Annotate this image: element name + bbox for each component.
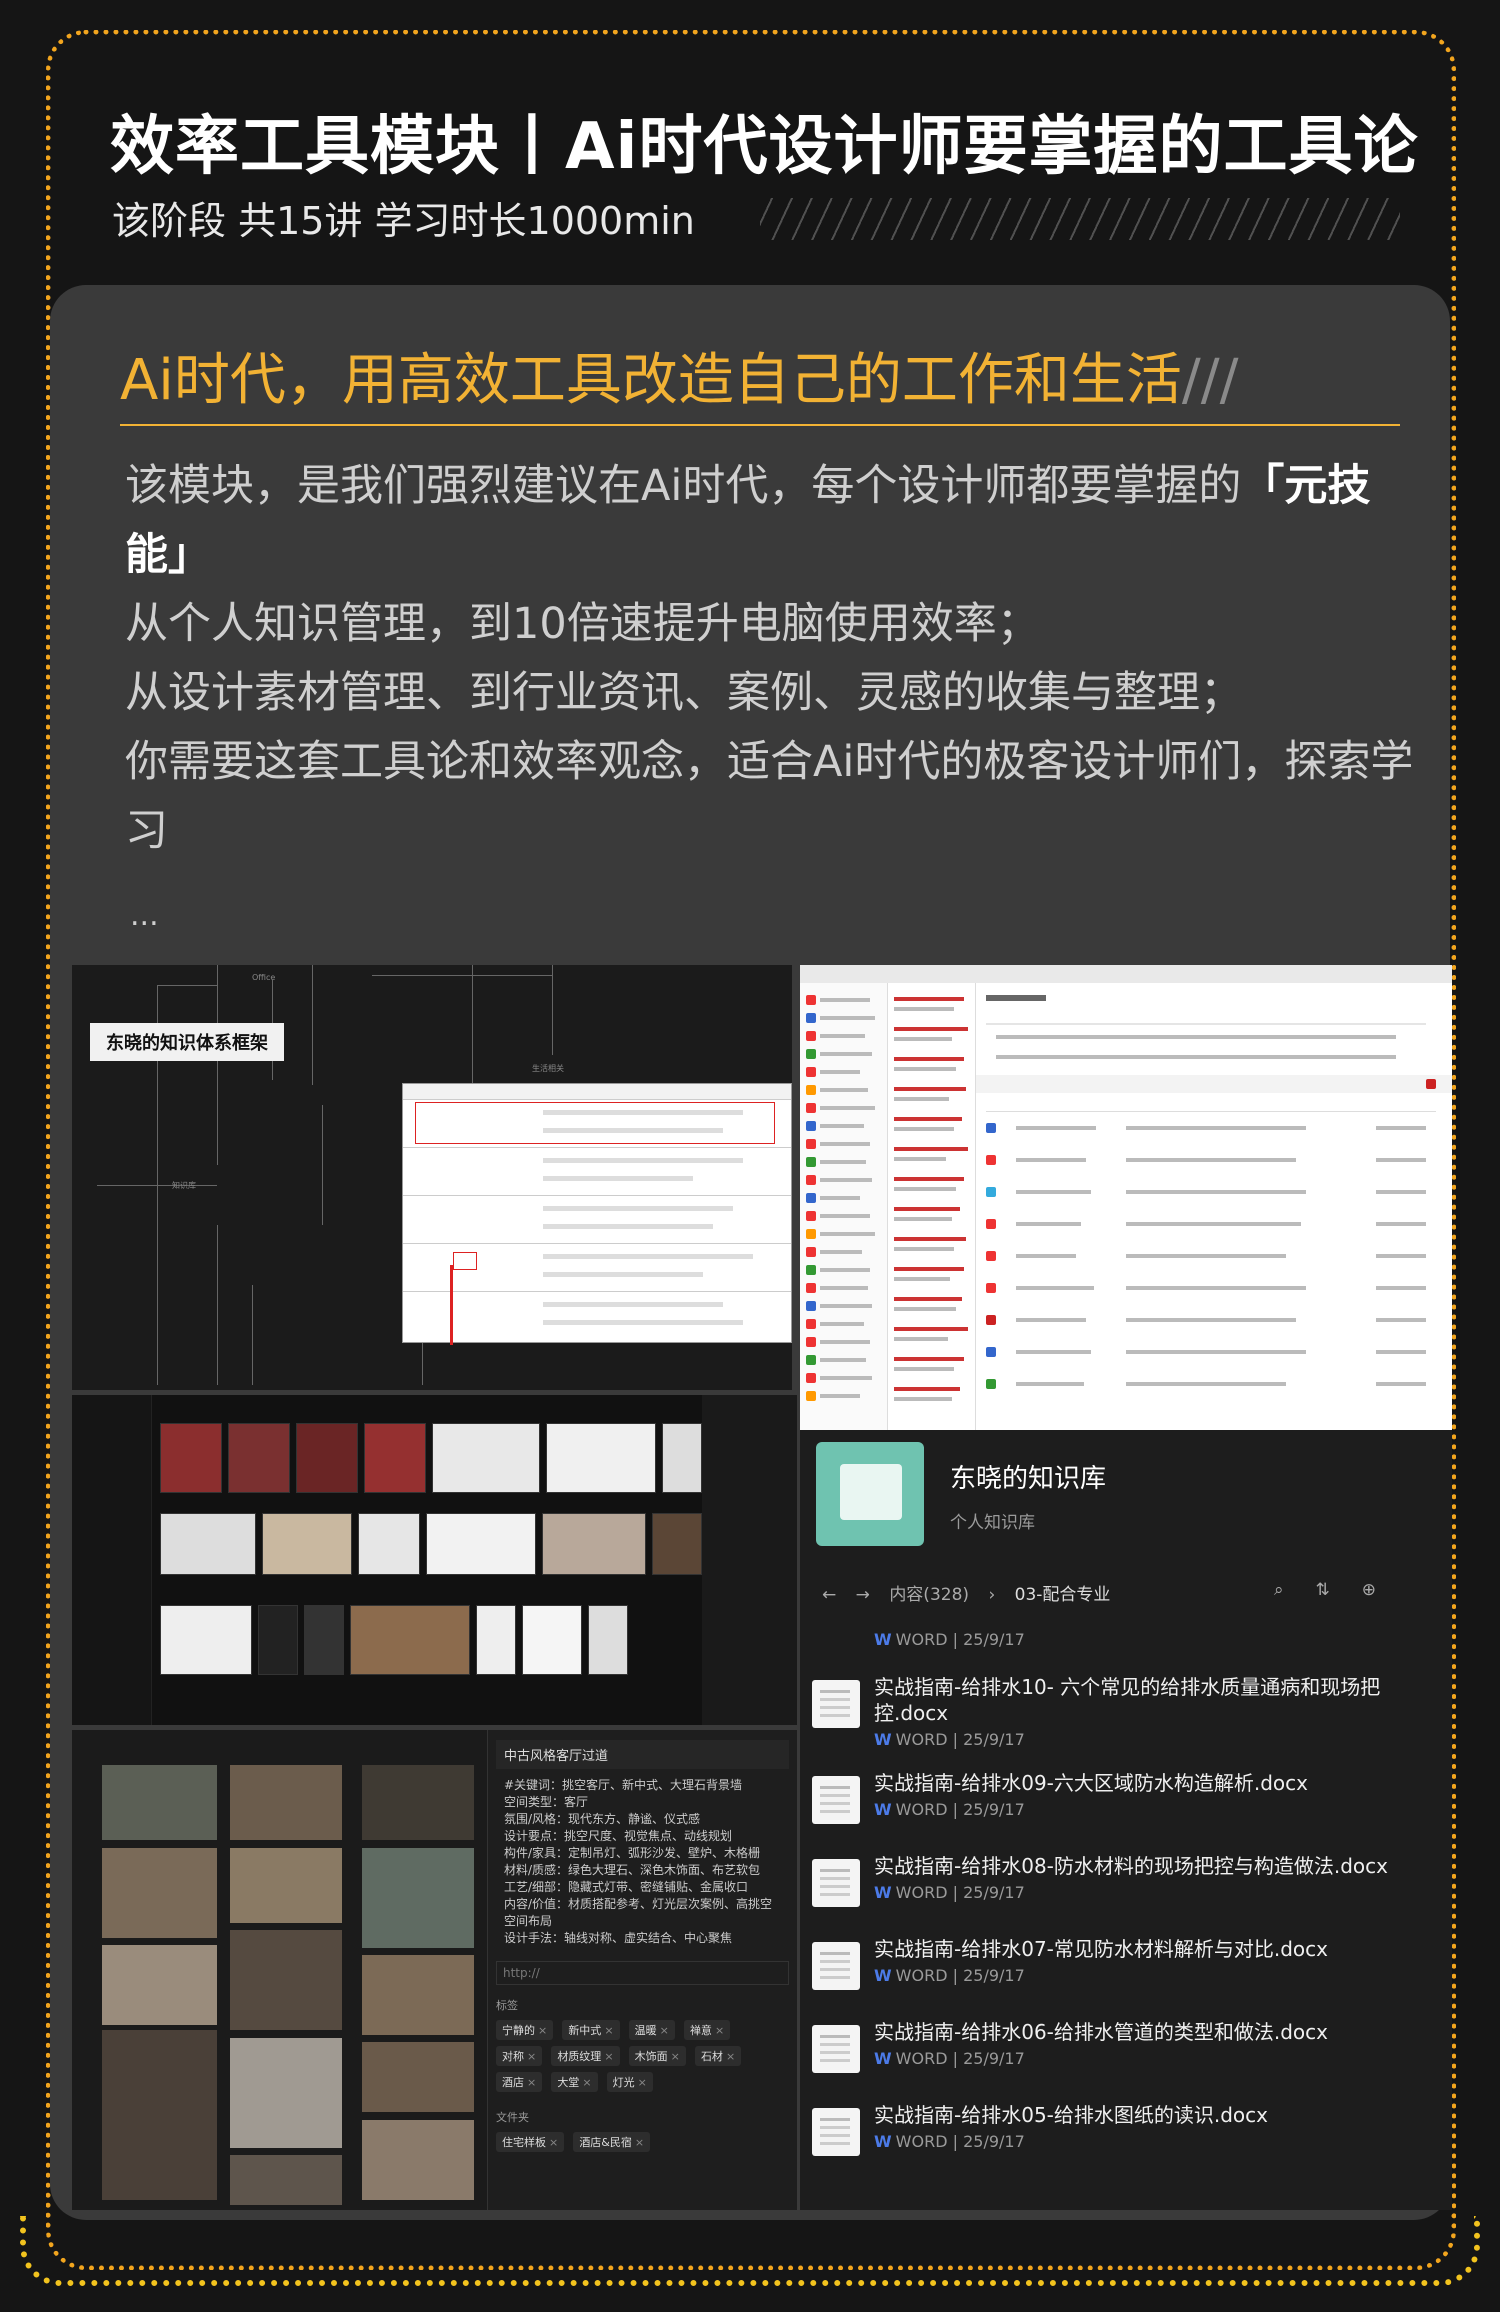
card-body: 该模块，是我们强烈建议在Ai时代，每个设计师都要掌握的「元技能」 从个人知识管理… bbox=[125, 452, 1415, 866]
mindmap-screenshot: 知识库 Office 生活相关 东晓的知识体系框架 bbox=[72, 965, 792, 1390]
asset-description[interactable]: #关键词：挑空客厅、新中式、大理石背景墙 空间类型：客厅 氛围/风格：现代东方、… bbox=[496, 1769, 789, 1955]
doc-thumbnail-icon bbox=[812, 1776, 860, 1824]
back-arrow-icon[interactable]: ← bbox=[822, 1585, 836, 1605]
doc-thumbnail-icon bbox=[812, 2108, 860, 2156]
intro-line-4: 你需要这套工具论和效率观念，适合Ai时代的极客设计师们，探索学习 bbox=[125, 737, 1414, 856]
folder-chip[interactable]: 住宅样板 × bbox=[496, 2132, 565, 2152]
list-item[interactable]: 实战指南-给排水06-给排水管道的类型和做法.docx W WORD | 25/9… bbox=[812, 2015, 1442, 2098]
sort-icon[interactable]: ⇅ bbox=[1316, 1580, 1348, 1600]
word-icon: W bbox=[874, 2049, 892, 2068]
folder-label: 文件夹 bbox=[496, 2111, 529, 2124]
tag-chip[interactable]: 对称 × bbox=[496, 2046, 543, 2066]
asset-url-input[interactable]: http:// bbox=[496, 1961, 789, 1985]
tag-chip[interactable]: 石材 × bbox=[694, 2046, 742, 2066]
list-item[interactable]: 实战指南-给排水09-六大区域防水构造解析.docx W WORD | 25/9/… bbox=[812, 1766, 1442, 1849]
folder-list: 住宅样板 × 酒店&民宿 × bbox=[496, 2131, 789, 2157]
kb-item-meta: W WORD | 25/9/17 bbox=[874, 1630, 1025, 1649]
word-icon: W bbox=[874, 1730, 892, 1749]
tags-label: 标签 bbox=[496, 1999, 518, 2012]
card-heading: Ai时代，用高效工具改造自己的工作和生活/// bbox=[120, 348, 1239, 413]
tag-chip[interactable]: 禅意 × bbox=[683, 2020, 731, 2040]
page-title: 效率工具模块丨Ai时代设计师要掌握的工具论 bbox=[110, 110, 1419, 184]
kb-desc: 个人知识库 bbox=[950, 1513, 1035, 1533]
asset-detail-panel: 中古风格客厅过道 #关键词：挑空客厅、新中式、大理石背景墙 空间类型：客厅 氛围… bbox=[487, 1730, 797, 2210]
asset-title[interactable]: 中古风格客厅过道 bbox=[496, 1740, 789, 1769]
mindmap-label: 东晓的知识体系框架 bbox=[90, 1023, 284, 1061]
kb-navbar: ← → 内容(328) › 03-配合专业 ⌕ ⇅ ⊕ bbox=[822, 1580, 1442, 1606]
framework-table bbox=[402, 1083, 792, 1343]
search-icon[interactable]: ⌕ bbox=[1274, 1580, 1302, 1600]
tag-chip[interactable]: 木饰面 × bbox=[628, 2046, 686, 2066]
new-item-icon[interactable]: ⊕ bbox=[1362, 1580, 1394, 1600]
tag-list: 宁静的 × 新中式 × 温暖 × 禅意 × 对称 × 材质纹理 × 木饰面 × 石材 × 酒店 ×… bbox=[496, 2019, 789, 2097]
doc-thumbnail-icon bbox=[812, 2025, 860, 2073]
breadcrumb-chevron-icon: › bbox=[988, 1585, 996, 1605]
list-item[interactable]: 实战指南-给排水10- 六个常见的给排水质量通病和现场把控.docx W WORD… bbox=[812, 1670, 1442, 1766]
word-icon: W bbox=[874, 1883, 892, 1902]
list-item[interactable]: 实战指南-给排水05-给排水图纸的读识.docx W WORD | 25/9/17 bbox=[812, 2098, 1442, 2181]
tag-chip[interactable]: 宁静的 × bbox=[496, 2020, 554, 2040]
kb-breadcrumb-count[interactable]: 内容(328) bbox=[889, 1585, 969, 1605]
interior-gallery-screenshot: 中古风格客厅过道 #关键词：挑空客厅、新中式、大理石背景墙 空间类型：客厅 氛围… bbox=[72, 1730, 797, 2210]
word-icon: W bbox=[874, 1800, 892, 1819]
intro-line-2: 从个人知识管理，到10倍速提升电脑使用效率； bbox=[125, 599, 1040, 649]
folder-chip[interactable]: 酒店&民宿 × bbox=[573, 2132, 651, 2152]
intro-line-3: 从设计素材管理、到行业资讯、案例、灵感的收集与整理； bbox=[125, 668, 1243, 718]
page-subtitle: 该阶段 共15讲 学习时长1000min bbox=[112, 199, 695, 243]
tag-chip[interactable]: 酒店 × bbox=[496, 2072, 543, 2092]
tag-chip[interactable]: 大堂 × bbox=[551, 2072, 598, 2092]
tag-chip[interactable]: 温暖 × bbox=[628, 2020, 675, 2040]
tag-chip[interactable]: 新中式 × bbox=[562, 2020, 620, 2040]
word-icon: W bbox=[874, 2132, 892, 2151]
kb-breadcrumb-folder[interactable]: 03-配合专业 bbox=[1015, 1585, 1111, 1605]
word-icon: W bbox=[874, 1630, 892, 1649]
red-arrow-icon bbox=[450, 1265, 453, 1345]
browser-screenshot bbox=[800, 965, 1452, 1430]
list-item[interactable]: 实战指南-给排水08-防水材料的现场把控与构造做法.docx W WORD | 2… bbox=[812, 1849, 1442, 1932]
asset-library-screenshot bbox=[72, 1395, 797, 1725]
dotted-frame-bottom bbox=[20, 2216, 1480, 2286]
kb-name: 东晓的知识库 bbox=[950, 1464, 1107, 1494]
word-icon: W bbox=[874, 1966, 892, 1985]
ellipsis: ... bbox=[130, 898, 159, 933]
kb-cover-icon bbox=[816, 1442, 924, 1546]
doc-thumbnail-icon bbox=[812, 1680, 860, 1728]
doc-thumbnail-icon bbox=[812, 1859, 860, 1907]
card-heading-underline bbox=[120, 424, 1400, 426]
intro-paragraph: 该模块，是我们强烈建议在Ai时代，每个设计师都要掌握的「元技能」 bbox=[125, 461, 1371, 580]
hatch-decoration bbox=[760, 198, 1400, 240]
tag-chip[interactable]: 材质纹理 × bbox=[551, 2046, 620, 2066]
doc-thumbnail-icon bbox=[812, 1942, 860, 1990]
list-item[interactable]: 实战指南-给排水07-常见防水材料解析与对比.docx W WORD | 25/9… bbox=[812, 1932, 1442, 2015]
knowledge-base-screenshot: 东晓的知识库 个人知识库 ← → 内容(328) › 03-配合专业 ⌕ ⇅ ⊕ W… bbox=[800, 1430, 1452, 2210]
tag-chip[interactable]: 灯光 × bbox=[606, 2072, 653, 2092]
forward-arrow-icon[interactable]: → bbox=[856, 1585, 870, 1605]
kb-file-list: 实战指南-给排水10- 六个常见的给排水质量通病和现场把控.docx W WORD… bbox=[812, 1670, 1442, 2181]
